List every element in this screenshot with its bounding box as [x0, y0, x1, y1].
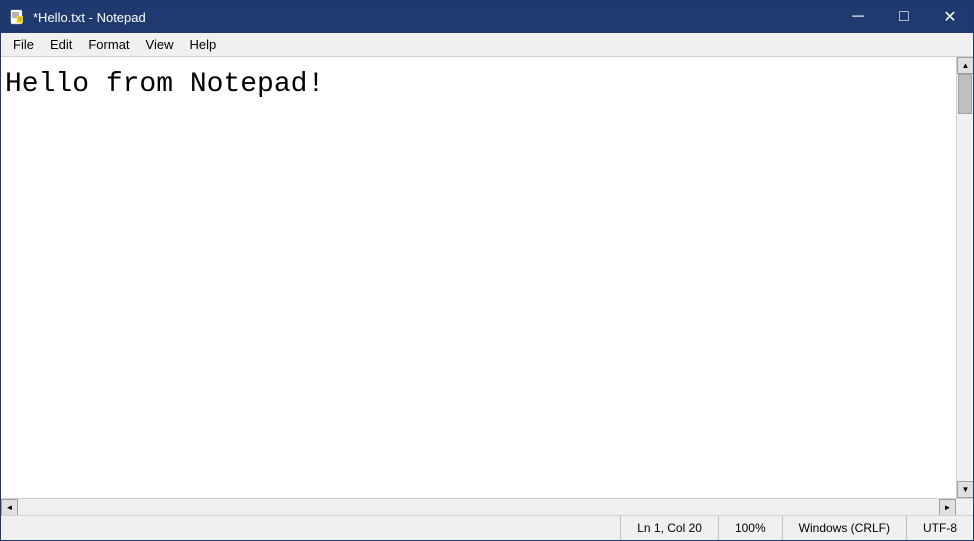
scroll-track-vertical[interactable]	[957, 74, 973, 481]
scroll-left-button[interactable]: ◄	[1, 499, 18, 516]
maximize-button[interactable]: □	[881, 1, 927, 33]
notepad-window: *Hello.txt - Notepad ─ □ ✕ File Edit For…	[0, 0, 974, 541]
horizontal-scrollbar-container: ◄ ►	[1, 498, 973, 515]
menu-bar: File Edit Format View Help	[1, 33, 973, 57]
window-controls: ─ □ ✕	[835, 1, 973, 33]
menu-view[interactable]: View	[138, 34, 182, 56]
encoding: UTF-8	[906, 516, 973, 540]
window-title: *Hello.txt - Notepad	[33, 10, 146, 25]
minimize-button[interactable]: ─	[835, 1, 881, 33]
menu-file[interactable]: File	[5, 34, 42, 56]
menu-edit[interactable]: Edit	[42, 34, 80, 56]
app-icon	[9, 9, 25, 25]
editor-container: Hello from Notepad! ▲ ▼	[1, 57, 973, 498]
menu-help[interactable]: Help	[181, 34, 224, 56]
line-ending: Windows (CRLF)	[782, 516, 906, 540]
scroll-right-button[interactable]: ►	[939, 499, 956, 516]
zoom-level: 100%	[718, 516, 782, 540]
close-button[interactable]: ✕	[927, 1, 973, 33]
scroll-thumb-vertical[interactable]	[958, 74, 972, 114]
scroll-down-button[interactable]: ▼	[957, 481, 973, 498]
status-bar: Ln 1, Col 20 100% Windows (CRLF) UTF-8	[1, 515, 973, 540]
vertical-scrollbar[interactable]: ▲ ▼	[956, 57, 973, 498]
scrollbar-corner	[956, 499, 973, 516]
menu-format[interactable]: Format	[80, 34, 137, 56]
scroll-up-button[interactable]: ▲	[957, 57, 973, 74]
cursor-position: Ln 1, Col 20	[620, 516, 718, 540]
title-bar: *Hello.txt - Notepad ─ □ ✕	[1, 1, 973, 33]
title-bar-left: *Hello.txt - Notepad	[9, 9, 146, 25]
text-editor[interactable]: Hello from Notepad!	[1, 57, 956, 498]
scroll-track-horizontal[interactable]	[18, 499, 939, 515]
